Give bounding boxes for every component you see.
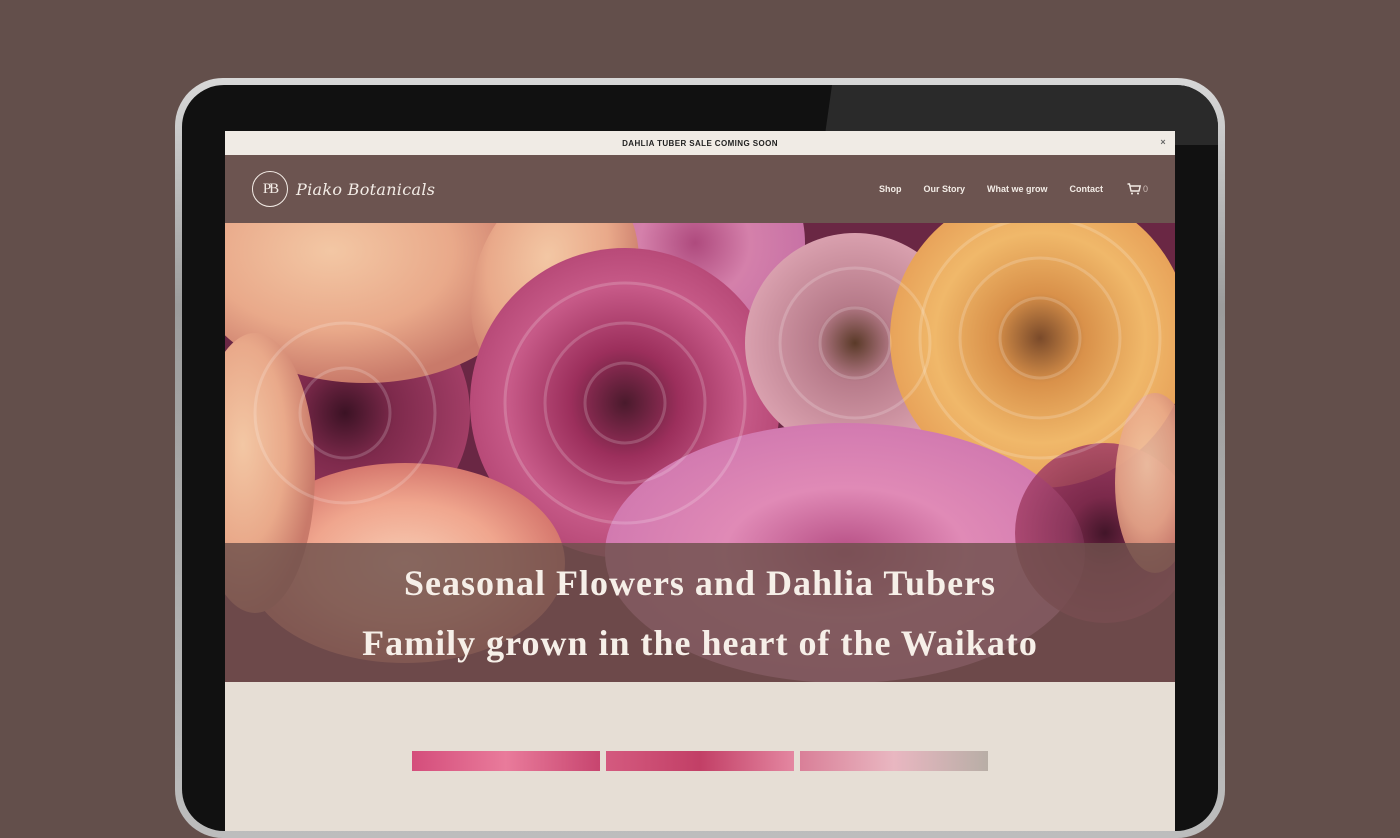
- hero-text-band: Seasonal Flowers and Dahlia Tubers Famil…: [225, 543, 1175, 682]
- announcement-bar: DAHLIA TUBER SALE COMING SOON ×: [225, 131, 1175, 155]
- site-header: PB Piako Botanicals Shop Our Story What …: [225, 155, 1175, 223]
- content-section: [225, 682, 1175, 831]
- nav-shop[interactable]: Shop: [879, 184, 902, 194]
- announcement-text: DAHLIA TUBER SALE COMING SOON: [622, 138, 778, 148]
- website-screen: DAHLIA TUBER SALE COMING SOON × PB Piako…: [225, 131, 1175, 831]
- product-thumbnail[interactable]: [606, 751, 794, 771]
- product-thumbnail[interactable]: [412, 751, 600, 771]
- nav-our-story[interactable]: Our Story: [923, 184, 965, 194]
- hero-heading: Seasonal Flowers and Dahlia Tubers: [403, 562, 997, 603]
- logo-monogram: PB: [252, 171, 288, 207]
- product-thumbnails: [412, 751, 994, 771]
- product-thumbnail[interactable]: [800, 751, 988, 771]
- hero-subheading: Family grown in the heart of the Waikato: [362, 622, 1038, 663]
- tablet-device-frame: DAHLIA TUBER SALE COMING SOON × PB Piako…: [175, 78, 1225, 838]
- nav-contact[interactable]: Contact: [1069, 184, 1103, 194]
- logo-wordmark: Piako Botanicals: [296, 179, 436, 199]
- cart-icon: [1127, 183, 1141, 195]
- site-logo[interactable]: PB Piako Botanicals: [252, 171, 435, 207]
- cart-button[interactable]: 0: [1127, 183, 1148, 195]
- main-nav: Shop Our Story What we grow Contact 0: [857, 183, 1148, 195]
- tablet-bezel: DAHLIA TUBER SALE COMING SOON × PB Piako…: [182, 85, 1218, 831]
- cart-count: 0: [1142, 184, 1148, 194]
- nav-what-we-grow[interactable]: What we grow: [987, 184, 1048, 194]
- hero-banner: Seasonal Flowers and Dahlia Tubers Famil…: [225, 223, 1175, 682]
- close-icon[interactable]: ×: [1160, 137, 1166, 147]
